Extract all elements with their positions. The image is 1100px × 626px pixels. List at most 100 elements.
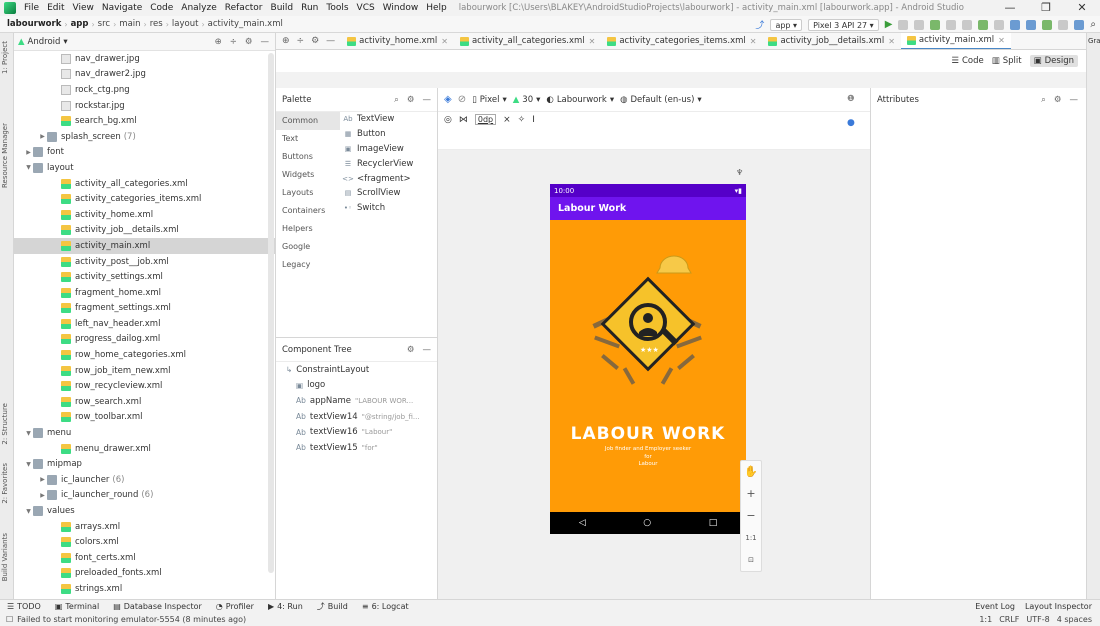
gear-icon[interactable]: ⚙	[407, 345, 415, 355]
tool-tab-favorites[interactable]: 2: Favorites	[1, 463, 13, 504]
component-node[interactable]: ▣ logo	[276, 378, 437, 394]
hide-icon[interactable]: —	[326, 36, 335, 46]
close-icon[interactable]: ✕	[1064, 0, 1100, 16]
menu-item-file[interactable]: File	[20, 3, 43, 13]
tree-item[interactable]: ▼ mipmap	[14, 456, 275, 472]
layout-inspector-icon[interactable]	[1058, 19, 1069, 30]
palette-item[interactable]: ▦ Button	[342, 127, 436, 142]
api-picker[interactable]: ▲ 30 ▾	[513, 95, 541, 105]
zoom-out-button[interactable]: −	[746, 505, 755, 527]
error-icon[interactable]: ❶	[847, 94, 855, 104]
close-icon[interactable]: ✕	[998, 36, 1005, 45]
search-icon[interactable]: ⌕	[1041, 95, 1046, 105]
tree-item[interactable]: row_search.xml	[14, 394, 275, 410]
mode-design[interactable]: ▣ Design	[1029, 55, 1078, 67]
theme-picker[interactable]: ◐ Labourwork ▾	[546, 95, 614, 105]
menu-item-vcs[interactable]: VCS	[353, 3, 379, 13]
menu-item-code[interactable]: Code	[146, 3, 177, 13]
status-indicator[interactable]: 1:1	[979, 615, 992, 624]
pan-icon[interactable]: ✋	[744, 461, 758, 483]
tree-item[interactable]: ▶ font	[14, 145, 275, 161]
project-scrollbar[interactable]	[268, 53, 274, 573]
tree-item[interactable]: left_nav_header.xml	[14, 316, 275, 332]
apply-code-icon[interactable]	[914, 19, 925, 30]
run-icon[interactable]: ▶	[885, 19, 893, 30]
component-node[interactable]: Ab textView16 "Labour"	[276, 424, 437, 440]
tool-tab-gradle[interactable]: Gradle	[1088, 37, 1100, 45]
menu-item-window[interactable]: Window	[379, 3, 423, 13]
bottom-tool-tab[interactable]: ◔ Profiler	[209, 601, 261, 612]
tree-item[interactable]: activity_job__details.xml	[14, 223, 275, 239]
editor-tab[interactable]: activity_job__details.xml ✕	[762, 33, 900, 49]
tree-item[interactable]: row_home_categories.xml	[14, 347, 275, 363]
zoom-actual-button[interactable]: 1:1	[745, 527, 756, 549]
minimize-icon[interactable]: —	[992, 0, 1028, 16]
project-view-dropdown[interactable]: Android	[28, 37, 61, 47]
gear-icon[interactable]: ⚙	[407, 95, 415, 105]
tree-item[interactable]: activity_settings.xml	[14, 269, 275, 285]
component-node[interactable]: Ab textView14 "@string/job_fi...	[276, 409, 437, 425]
component-node[interactable]: Ab appName "LABOUR WOR...	[276, 393, 437, 409]
palette-category[interactable]: Widgets	[276, 166, 340, 184]
apply-changes-icon[interactable]	[898, 19, 909, 30]
palette-item[interactable]: <> <fragment>	[342, 171, 436, 186]
hammer-icon[interactable]: ⤴	[755, 18, 764, 31]
eye-icon[interactable]: ◎	[444, 115, 452, 125]
tree-item[interactable]: ▼ layout	[14, 160, 275, 176]
stop-icon[interactable]	[994, 19, 1005, 30]
hide-icon[interactable]: —	[261, 37, 270, 47]
editor-tab[interactable]: activity_home.xml ✕	[341, 33, 454, 49]
palette-item[interactable]: •◦ Switch	[342, 201, 436, 216]
tree-item[interactable]: nav_drawer.jpg	[14, 51, 275, 67]
component-node[interactable]: ↳ ConstraintLayout	[276, 362, 437, 378]
breadcrumb-item[interactable]: layout	[169, 19, 202, 29]
tree-item[interactable]: fragment_home.xml	[14, 285, 275, 301]
menu-item-analyze[interactable]: Analyze	[177, 3, 220, 13]
phone-preview[interactable]: 10:00 ▾▮ Labour Work ★★★ LABOUR WORK Job…	[550, 184, 746, 534]
tool-tab-project[interactable]: 1: Project	[1, 41, 13, 74]
device-file-icon[interactable]	[1042, 19, 1053, 30]
menu-item-edit[interactable]: Edit	[43, 3, 68, 13]
close-icon[interactable]: ✕	[441, 37, 448, 46]
component-node[interactable]: Ab textView15 "for"	[276, 440, 437, 456]
device-picker[interactable]: ▯ Pixel ▾	[472, 95, 507, 105]
layers-icon[interactable]: ◈	[444, 94, 452, 105]
sdk-manager-icon[interactable]	[1026, 19, 1037, 30]
palette-category[interactable]: Legacy	[276, 256, 340, 274]
palette-category[interactable]: Buttons	[276, 148, 340, 166]
palette-category[interactable]: Containers	[276, 202, 340, 220]
menu-item-run[interactable]: Run	[297, 3, 322, 13]
zoom-fit-button[interactable]: ⊡	[748, 549, 754, 571]
tree-item[interactable]: row_job_item_new.xml	[14, 363, 275, 379]
magnet-icon[interactable]: ⋈	[459, 115, 468, 125]
locate-icon[interactable]: ⊕	[282, 36, 290, 46]
hide-icon[interactable]: —	[423, 345, 432, 355]
bottom-right-tool[interactable]: Layout Inspector	[1025, 602, 1092, 611]
search-icon[interactable]: ⌕	[394, 95, 399, 105]
editor-tab[interactable]: activity_main.xml ✕	[900, 33, 1011, 49]
hide-icon[interactable]: —	[423, 95, 432, 105]
breadcrumb-item[interactable]: app	[68, 19, 92, 29]
gear-icon[interactable]: ⚙	[311, 36, 319, 46]
close-icon[interactable]: ✕	[589, 37, 596, 46]
breadcrumb-item[interactable]: main	[116, 19, 143, 29]
guidelines-icon[interactable]: Ⅰ	[532, 115, 535, 125]
locate-icon[interactable]: ⊕	[215, 37, 222, 47]
palette-item[interactable]: Ab TextView	[342, 112, 436, 127]
palette-category[interactable]: Common	[276, 112, 340, 130]
chevron-down-icon[interactable]: ▼	[24, 164, 33, 171]
tree-item[interactable]: colors.xml	[14, 534, 275, 550]
palette-category[interactable]: Layouts	[276, 184, 340, 202]
status-indicator[interactable]: CRLF	[999, 615, 1019, 624]
hide-icon[interactable]: —	[1070, 95, 1079, 105]
infer-constraints-icon[interactable]: ✧	[518, 115, 526, 125]
menu-item-view[interactable]: View	[69, 3, 98, 13]
bottom-tool-tab[interactable]: ▣ Terminal	[48, 601, 106, 612]
tree-item[interactable]: search_bg.xml	[14, 113, 275, 129]
breadcrumb-item[interactable]: labourwork	[4, 19, 64, 29]
tree-item[interactable]: ▶ splash_screen (7)	[14, 129, 275, 145]
tree-item[interactable]: ▶ ic_launcher (6)	[14, 472, 275, 488]
palette-category[interactable]: Helpers	[276, 220, 340, 238]
tree-item[interactable]: preloaded_fonts.xml	[14, 566, 275, 582]
tree-item[interactable]: activity_home.xml	[14, 207, 275, 223]
